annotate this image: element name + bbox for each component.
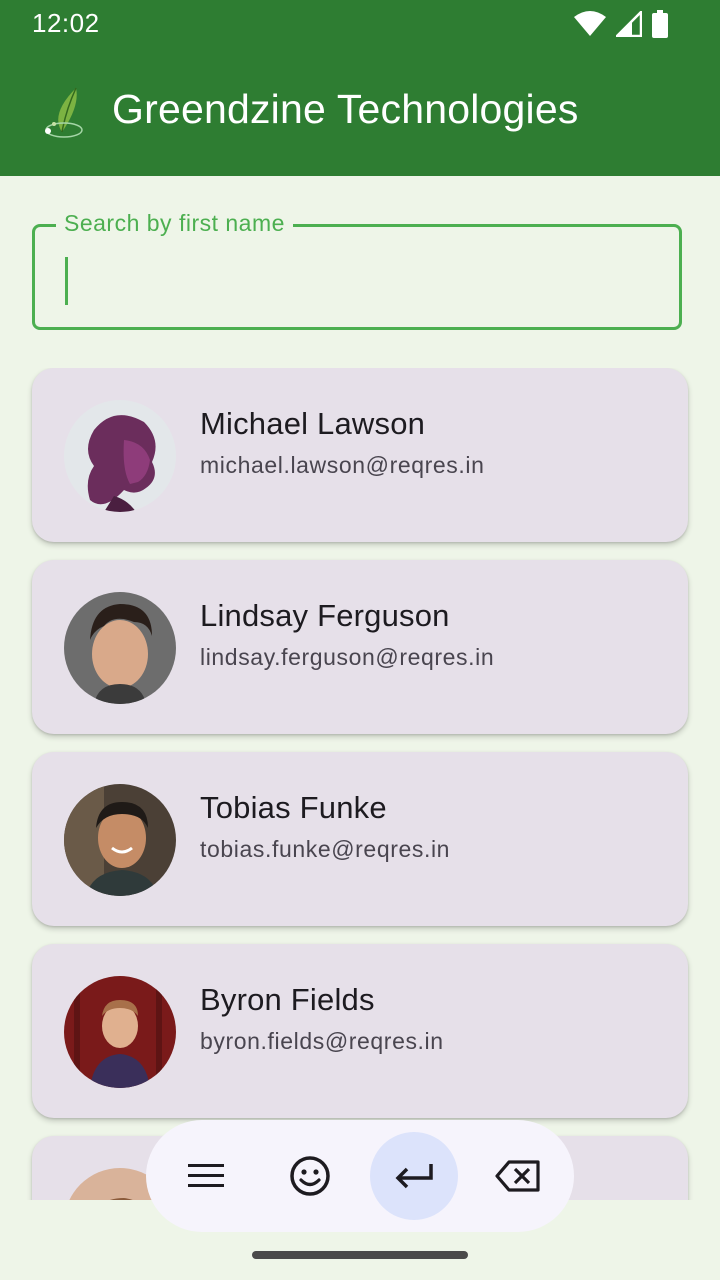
backspace-icon bbox=[495, 1160, 540, 1192]
enter-icon bbox=[395, 1164, 433, 1189]
status-time: 12:02 bbox=[32, 8, 100, 38]
greendzine-logo bbox=[45, 87, 83, 138]
user-name: Lindsay Ferguson bbox=[200, 598, 450, 633]
menu-button[interactable] bbox=[162, 1132, 250, 1220]
user-card[interactable]: Lindsay Ferguson lindsay.ferguson@reqres… bbox=[32, 560, 688, 734]
avatar bbox=[64, 976, 176, 1088]
keyboard-toolbar bbox=[146, 1120, 574, 1232]
emoji-icon bbox=[290, 1156, 330, 1196]
user-email: tobias.funke@reqres.in bbox=[200, 836, 451, 862]
emoji-button[interactable] bbox=[266, 1132, 354, 1220]
app-bar: Greendzine Technologies bbox=[0, 48, 720, 176]
enter-button[interactable] bbox=[370, 1132, 458, 1220]
user-email: byron.fields@reqres.in bbox=[200, 1028, 444, 1054]
search-label: Search by first name bbox=[56, 210, 293, 237]
status-bar: 12:02 bbox=[0, 0, 720, 48]
user-name: Michael Lawson bbox=[200, 406, 426, 441]
text-caret bbox=[65, 257, 68, 305]
user-card[interactable]: Michael Lawson michael.lawson@reqres.in bbox=[32, 368, 688, 542]
user-email: lindsay.ferguson@reqres.in bbox=[200, 644, 495, 670]
wifi-icon bbox=[574, 11, 606, 36]
home-indicator[interactable] bbox=[252, 1251, 468, 1259]
user-card[interactable]: Tobias Funke tobias.funke@reqres.in bbox=[32, 752, 688, 926]
user-card[interactable]: Byron Fields byron.fields@reqres.in bbox=[32, 944, 688, 1118]
search-input[interactable] bbox=[75, 247, 659, 309]
status-icons bbox=[574, 10, 668, 38]
user-name: Byron Fields bbox=[200, 982, 375, 1017]
app-title: Greendzine Technologies bbox=[112, 86, 579, 132]
search-field[interactable] bbox=[32, 224, 682, 330]
menu-icon bbox=[188, 1164, 224, 1187]
avatar bbox=[64, 784, 176, 896]
user-email: michael.lawson@reqres.in bbox=[200, 452, 485, 478]
backspace-button[interactable] bbox=[474, 1132, 562, 1220]
user-list[interactable]: Michael Lawson michael.lawson@reqres.in … bbox=[0, 368, 720, 1200]
user-name: Tobias Funke bbox=[200, 790, 387, 825]
avatar bbox=[64, 400, 176, 512]
avatar bbox=[64, 592, 176, 704]
signal-icon bbox=[616, 11, 642, 37]
battery-icon bbox=[652, 10, 668, 38]
